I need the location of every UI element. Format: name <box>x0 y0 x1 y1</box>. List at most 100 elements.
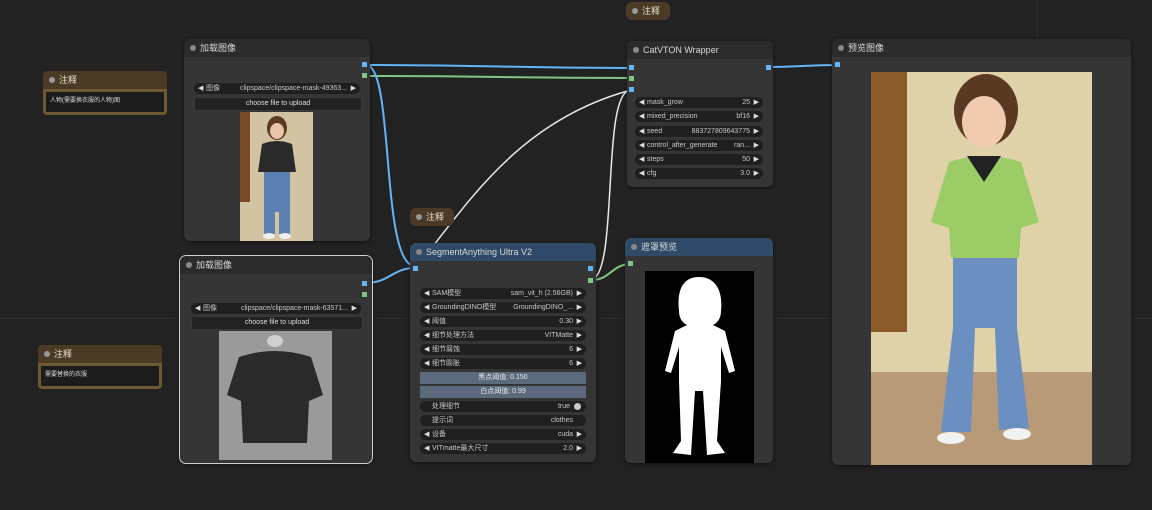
arrow-right-icon[interactable]: ▶ <box>754 154 759 165</box>
node-title-bar[interactable]: 加载图像 <box>180 256 372 274</box>
note-mid[interactable]: 注释 <box>410 208 455 226</box>
widget-steps[interactable]: ◀ steps 50 ▶ <box>635 154 763 165</box>
note-clothes[interactable]: 注释 需要替换的衣服 <box>38 345 162 389</box>
arrow-left-icon[interactable]: ◀ <box>424 429 429 440</box>
output-mask-port[interactable] <box>588 278 593 283</box>
output-image-port[interactable] <box>362 62 367 67</box>
node-title: 加载图像 <box>200 43 237 53</box>
widget-threshold[interactable]: ◀ 阈值 0.30 ▶ <box>420 316 586 327</box>
arrow-right-icon[interactable]: ▶ <box>754 168 759 179</box>
output-image-port[interactable] <box>588 266 593 271</box>
arrow-left-icon[interactable]: ◀ <box>424 358 429 369</box>
arrow-right-icon[interactable]: ▶ <box>577 316 582 327</box>
node-title: 预览图像 <box>848 43 885 53</box>
image-select[interactable]: ◀ 图像 clipspace/clipspace-mask-63571... ▶ <box>191 303 361 314</box>
toggle-knob-icon[interactable] <box>574 403 581 410</box>
output-mask-port[interactable] <box>362 292 367 297</box>
collapse-dot-icon[interactable] <box>838 45 844 51</box>
collapse-dot-icon[interactable] <box>631 244 637 250</box>
widget-detail-dilate[interactable]: ◀ 细节膨胀 6 ▶ <box>420 358 586 369</box>
widget-mask-grow[interactable]: ◀ mask_grow 25 ▶ <box>635 97 763 108</box>
arrow-right-icon[interactable]: ▶ <box>754 111 759 122</box>
collapse-dot-icon[interactable] <box>416 249 422 255</box>
arrow-left-icon[interactable]: ◀ <box>639 140 644 151</box>
arrow-left-icon[interactable]: ◀ <box>424 316 429 327</box>
arrow-left-icon[interactable]: ◀ <box>639 168 644 179</box>
canvas-grid-line <box>1037 0 1038 40</box>
arrow-left-icon[interactable]: ◀ <box>198 83 203 94</box>
arrow-right-icon[interactable]: ▶ <box>754 126 759 137</box>
collapse-dot-icon[interactable] <box>186 262 192 268</box>
widget-device[interactable]: ◀ 设备 cuda ▶ <box>420 429 586 440</box>
arrow-left-icon[interactable]: ◀ <box>639 154 644 165</box>
node-title-bar[interactable]: 预览图像 <box>832 39 1131 57</box>
catvton-wrapper-node[interactable]: CatVTON Wrapper ◀ mask_grow 25 ▶ ◀ mixed… <box>627 41 773 187</box>
white-point-slider[interactable]: 白点阈值: 0.99 <box>420 386 586 398</box>
collapse-dot-icon[interactable] <box>49 77 55 83</box>
collapse-dot-icon[interactable] <box>190 45 196 51</box>
arrow-right-icon[interactable]: ▶ <box>352 303 357 314</box>
arrow-right-icon[interactable]: ▶ <box>577 302 582 313</box>
output-image-port[interactable] <box>362 281 367 286</box>
node-title-bar[interactable]: 遮罩预览 <box>625 238 773 256</box>
arrow-left-icon[interactable]: ◀ <box>424 288 429 299</box>
widget-grounding-dino-model[interactable]: ◀ GroundingDINO模型 GroundingDINO_... ▶ <box>420 302 586 313</box>
note-text[interactable]: 人物(需要换衣服的人物)图 <box>46 92 164 112</box>
input-image-port[interactable] <box>413 266 418 271</box>
segment-anything-node[interactable]: SegmentAnything Ultra V2 ◀ SAM模型 sam_vit… <box>410 243 596 462</box>
upload-button[interactable]: choose file to upload <box>191 316 363 330</box>
collapse-dot-icon[interactable] <box>416 214 422 220</box>
widget-detail-erode[interactable]: ◀ 细节腐蚀 6 ▶ <box>420 344 586 355</box>
node-title: 遮罩预览 <box>641 242 678 252</box>
collapse-dot-icon[interactable] <box>632 8 638 14</box>
input-image-port[interactable] <box>835 62 840 67</box>
widget-sam-model[interactable]: ◀ SAM模型 sam_vit_h (2.56GB) ▶ <box>420 288 586 299</box>
arrow-left-icon[interactable]: ◀ <box>424 302 429 313</box>
arrow-left-icon[interactable]: ◀ <box>195 303 200 314</box>
mask-preview-node[interactable]: 遮罩预览 <box>625 238 773 463</box>
node-title-bar[interactable]: CatVTON Wrapper <box>627 41 773 59</box>
input-mask-port[interactable] <box>628 261 633 266</box>
node-title-bar[interactable]: SegmentAnything Ultra V2 <box>410 243 596 261</box>
arrow-left-icon[interactable]: ◀ <box>639 126 644 137</box>
arrow-left-icon[interactable]: ◀ <box>639 97 644 108</box>
note-person[interactable]: 注释 人物(需要换衣服的人物)图 <box>43 71 167 115</box>
arrow-right-icon[interactable]: ▶ <box>577 429 582 440</box>
widget-max-megapixels[interactable]: ◀ VITmatte最大尺寸 2.0 ▶ <box>420 443 586 454</box>
input-mask-port[interactable] <box>629 76 634 81</box>
arrow-right-icon[interactable]: ▶ <box>754 140 759 151</box>
input-refer-image-port[interactable] <box>629 87 634 92</box>
arrow-right-icon[interactable]: ▶ <box>351 83 356 94</box>
arrow-right-icon[interactable]: ▶ <box>577 330 582 341</box>
prompt-field[interactable]: 提示词 clothes <box>420 415 586 426</box>
widget-seed[interactable]: ◀ seed 883727809643775 ▶ <box>635 126 763 137</box>
preview-image-node[interactable]: 预览图像 <box>832 39 1131 465</box>
upload-button[interactable]: choose file to upload <box>194 97 362 111</box>
load-image-node-1[interactable]: 加载图像 ◀ 图像 clipspace/clipspace-mask-49363… <box>184 39 370 241</box>
arrow-right-icon[interactable]: ▶ <box>577 358 582 369</box>
note-top[interactable]: 注释 <box>626 2 671 20</box>
image-select[interactable]: ◀ 图像 clipspace/clipspace-mask-49363... ▶ <box>194 83 360 94</box>
collapse-dot-icon[interactable] <box>633 47 639 53</box>
collapse-dot-icon[interactable] <box>44 351 50 357</box>
arrow-right-icon[interactable]: ▶ <box>577 443 582 454</box>
widget-detail-method[interactable]: ◀ 细节处理方法 VITMatte ▶ <box>420 330 586 341</box>
black-point-slider[interactable]: 黑点阈值: 0.150 <box>420 372 586 384</box>
widget-cfg[interactable]: ◀ cfg 3.0 ▶ <box>635 168 763 179</box>
arrow-left-icon[interactable]: ◀ <box>424 344 429 355</box>
process-detail-toggle[interactable]: 处理细节 true <box>420 401 586 412</box>
arrow-right-icon[interactable]: ▶ <box>577 288 582 299</box>
output-mask-port[interactable] <box>362 73 367 78</box>
arrow-left-icon[interactable]: ◀ <box>424 443 429 454</box>
note-text[interactable]: 需要替换的衣服 <box>41 366 159 386</box>
arrow-right-icon[interactable]: ▶ <box>754 97 759 108</box>
arrow-left-icon[interactable]: ◀ <box>424 330 429 341</box>
widget-control-after-generate[interactable]: ◀ control_after_generate ran... ▶ <box>635 140 763 151</box>
widget-mixed-precision[interactable]: ◀ mixed_precision bf16 ▶ <box>635 111 763 122</box>
arrow-right-icon[interactable]: ▶ <box>577 344 582 355</box>
input-image-port[interactable] <box>629 65 634 70</box>
output-image-port[interactable] <box>766 65 771 70</box>
load-image-node-2[interactable]: 加载图像 ◀ 图像 clipspace/clipspace-mask-63571… <box>179 255 373 464</box>
node-title-bar[interactable]: 加载图像 <box>184 39 370 57</box>
arrow-left-icon[interactable]: ◀ <box>639 111 644 122</box>
